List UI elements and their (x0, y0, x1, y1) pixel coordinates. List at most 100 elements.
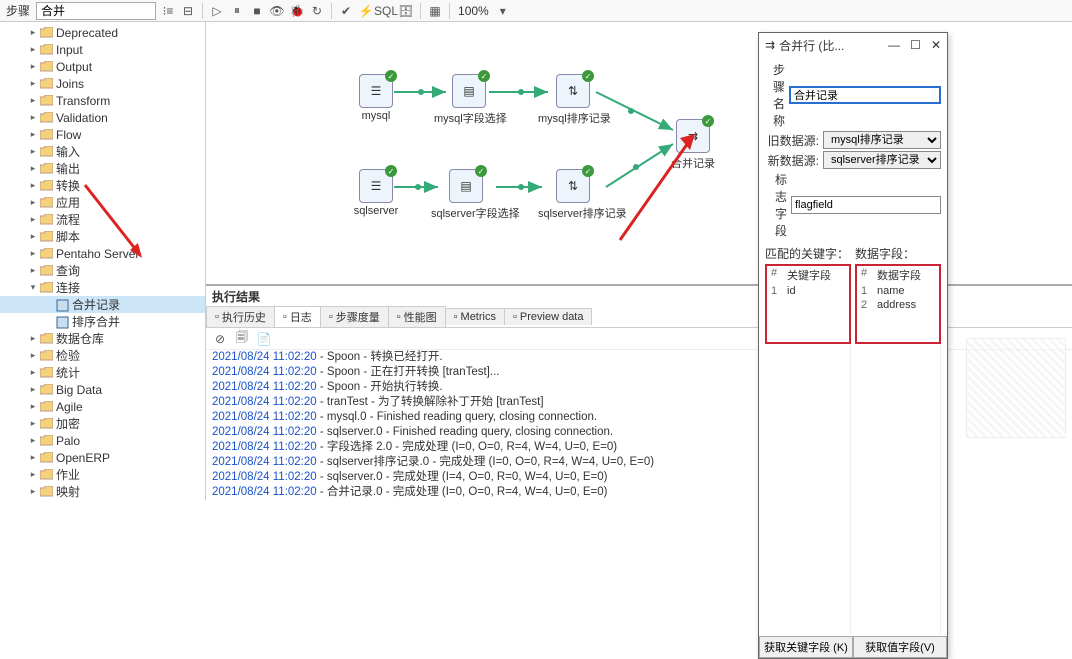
results-tab[interactable]: ▫Preview data (504, 308, 593, 325)
chevron-icon: ▸ (26, 248, 40, 259)
minimize-icon[interactable]: — (888, 38, 900, 52)
log-message: sqlserver.0 - 完成处理 (I=4, O=0, R=0, W=4, … (327, 471, 608, 483)
tab-label: 执行历史 (222, 309, 266, 325)
tree-folder-item[interactable]: ▸加密 (0, 415, 205, 432)
tree-item-label: Palo (56, 434, 80, 448)
tree-folder-item[interactable]: ▸Output (0, 58, 205, 75)
results-tab[interactable]: ▫日志 (274, 306, 321, 327)
node-sqlserver[interactable]: ☰✓sqlserver (341, 169, 411, 217)
tree-folder-item[interactable]: ▸Pentaho Server (0, 245, 205, 262)
close-icon[interactable]: ✕ (931, 38, 941, 52)
folder-icon (40, 27, 54, 39)
data-fields-header: 数据字段： (855, 243, 941, 264)
debug-icon[interactable]: 🐞 (289, 3, 305, 19)
node-mysql-select[interactable]: ▤✓mysql字段选择 (434, 74, 504, 126)
folder-icon (40, 61, 54, 73)
log-settings-icon[interactable]: 📄 (256, 331, 272, 347)
node-sqlserver-select[interactable]: ▤✓sqlserver字段选择 (431, 169, 501, 221)
flag-field-input[interactable] (791, 196, 941, 214)
clear-log-icon[interactable]: ⊘ (212, 331, 228, 347)
preview-icon[interactable]: 👁 (269, 3, 285, 19)
tree-item-label: 流程 (56, 211, 80, 228)
results-tab[interactable]: ▫Metrics (445, 308, 505, 325)
verify-icon[interactable]: ✔ (338, 3, 354, 19)
step-icon (56, 299, 70, 311)
tree-item-label: Big Data (56, 383, 102, 397)
run-icon[interactable]: ▷ (209, 3, 225, 19)
tree-folder-item[interactable]: ▸Validation (0, 109, 205, 126)
tree-folder-item[interactable]: ▸统计 (0, 364, 205, 381)
log-timestamp: 2021/08/24 11:02:20 (212, 381, 317, 393)
step-tree: ▸Deprecated▸Input▸Output▸Joins▸Transform… (0, 22, 206, 500)
tree-folder-item[interactable]: ▸Agile (0, 398, 205, 415)
snap-grid-icon[interactable]: ▦ (427, 3, 443, 19)
tree-folder-item[interactable]: ▸查询 (0, 262, 205, 279)
step-name-input[interactable] (789, 86, 941, 104)
tree-item-label: 统计 (56, 364, 80, 381)
stop-icon[interactable]: ■ (249, 3, 265, 19)
replay-icon[interactable]: ↻ (309, 3, 325, 19)
folder-icon (40, 367, 54, 379)
tree-step-item[interactable]: 排序合并 (0, 313, 205, 330)
tree-folder-item[interactable]: ▾连接 (0, 279, 205, 296)
tree-expand-icon[interactable]: ⁝≡ (160, 3, 176, 19)
impact-icon[interactable]: ⚡ (358, 3, 374, 19)
tab-icon: ▫ (215, 311, 219, 323)
tree-folder-item[interactable]: ▸流程 (0, 211, 205, 228)
zoom-value[interactable]: 100% (456, 4, 491, 18)
tree-step-item[interactable]: 合并记录 (0, 296, 205, 313)
sql-icon[interactable]: SQL (378, 3, 394, 19)
table-row[interactable]: 1id (767, 284, 849, 298)
results-tab[interactable]: ▫执行历史 (206, 306, 275, 327)
chevron-icon: ▸ (26, 231, 40, 242)
old-source-select[interactable]: mysql排序记录 (823, 131, 941, 149)
tree-folder-item[interactable]: ▸脚本 (0, 228, 205, 245)
dialog-stretch-area (765, 344, 941, 634)
table-row[interactable]: 2address (857, 298, 939, 312)
tree-folder-item[interactable]: ▸OpenERP (0, 449, 205, 466)
tree-item-label: 检验 (56, 347, 80, 364)
chevron-icon: ▸ (26, 435, 40, 446)
new-source-select[interactable]: sqlserver排序记录 (823, 151, 941, 169)
tree-folder-item[interactable]: ▸作业 (0, 466, 205, 483)
folder-icon (40, 486, 54, 498)
tree-collapse-icon[interactable]: ⊟ (180, 3, 196, 19)
chevron-icon: ▸ (26, 129, 40, 140)
key-fields-table[interactable]: #关键字段1id (765, 264, 851, 344)
folder-icon (40, 231, 54, 243)
search-input[interactable] (36, 2, 156, 20)
tree-folder-item[interactable]: ▸ Palo (0, 432, 205, 449)
tree-folder-item[interactable]: ▸数据仓库 (0, 330, 205, 347)
tree-folder-item[interactable]: ▸Flow (0, 126, 205, 143)
tree-folder-item[interactable]: ▸Deprecated (0, 24, 205, 41)
tree-folder-item[interactable]: ▸Input (0, 41, 205, 58)
results-tab[interactable]: ▫性能图 (388, 306, 446, 327)
tree-folder-item[interactable]: ▸Transform (0, 92, 205, 109)
pause-icon[interactable]: ⏸ (229, 3, 245, 19)
tree-folder-item[interactable]: ▸检验 (0, 347, 205, 364)
tree-folder-item[interactable]: ▸输入 (0, 143, 205, 160)
node-mysql[interactable]: ☰✓mysql (341, 74, 411, 122)
explore-db-icon[interactable]: 🗄 (398, 3, 414, 19)
node-sqlserver-sort[interactable]: ⇅✓sqlserver排序记录 (538, 169, 608, 221)
dialog-titlebar[interactable]: ⇉ 合并行 (比... — ☐ ✕ (759, 33, 947, 57)
node-mysql-sort[interactable]: ⇅✓mysql排序记录 (538, 74, 608, 126)
copy-log-icon[interactable]: 🗐 (234, 331, 250, 347)
get-key-fields-button[interactable]: 获取关键字段 (K) (759, 636, 853, 658)
get-value-fields-button[interactable]: 获取值字段(V) (853, 636, 947, 658)
tree-folder-item[interactable]: ▸Joins (0, 75, 205, 92)
zoom-dropdown-icon[interactable]: ▾ (495, 3, 511, 19)
node-merge[interactable]: ⇉✓合并记录 (658, 119, 728, 171)
data-fields-table[interactable]: #数据字段1name2address (855, 264, 941, 344)
log-message: tranTest - 为了转换解除补丁开始 [tranTest] (327, 396, 544, 408)
tree-folder-item[interactable]: ▸Big Data (0, 381, 205, 398)
maximize-icon[interactable]: ☐ (910, 38, 921, 52)
tree-folder-item[interactable]: ▸应用 (0, 194, 205, 211)
tree-folder-item[interactable]: ▸转换 (0, 177, 205, 194)
chevron-icon: ▸ (26, 112, 40, 123)
table-row[interactable]: 1name (857, 284, 939, 298)
tree-folder-item[interactable]: ▸映射 (0, 483, 205, 500)
tab-icon: ▫ (513, 311, 517, 323)
tree-folder-item[interactable]: ▸输出 (0, 160, 205, 177)
results-tab[interactable]: ▫步骤度量 (320, 306, 389, 327)
